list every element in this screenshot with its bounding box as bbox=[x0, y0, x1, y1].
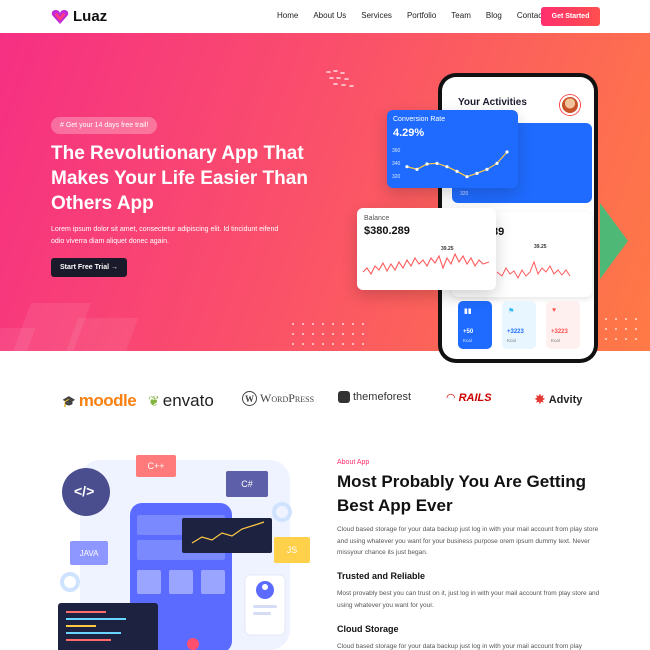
conversion-data-point bbox=[455, 169, 459, 173]
brand-wordpress-label: WordPress bbox=[260, 391, 315, 405]
conversion-data-point bbox=[475, 171, 479, 175]
tile-icon: ♥ bbox=[552, 307, 557, 314]
activities-title: Your Activities bbox=[458, 97, 527, 108]
brand-logos-row: 🎓 moodle ❦ envato W WordPress themefores… bbox=[0, 375, 650, 427]
brand-advity[interactable]: ✸ Advity bbox=[534, 391, 582, 408]
tile-unit: Kcal bbox=[507, 338, 516, 343]
brand-envato-label: envato bbox=[162, 391, 214, 410]
cloud-storage-heading: Cloud Storage bbox=[337, 624, 399, 634]
nav-blog[interactable]: Blog bbox=[486, 11, 502, 20]
about-paragraph-2: Most provably best you can trust on it, … bbox=[337, 590, 600, 609]
tile-icon: ▮▮ bbox=[464, 308, 472, 315]
kcal-tile[interactable]: ▮▮ +50 Kcal bbox=[458, 301, 492, 349]
nav-about-us[interactable]: About Us bbox=[313, 11, 346, 20]
conversion-data-point bbox=[465, 175, 469, 179]
brand-wordpress[interactable]: W WordPress bbox=[242, 391, 314, 406]
about-title: Most Probably You Are Getting Best App E… bbox=[337, 472, 587, 515]
trial-badge: # Get your 14 days free trail! bbox=[51, 117, 158, 134]
conversion-data-point bbox=[495, 161, 499, 165]
kcal-tile[interactable]: ♥ +3223 Kcal bbox=[546, 301, 580, 349]
kcal-tile[interactable]: ⚑ +3223 Kcal bbox=[502, 301, 536, 349]
hero-description: Lorem ipsum dolor sit amet, consectetur … bbox=[51, 226, 279, 245]
nav-portfolio[interactable]: Portfolio bbox=[407, 11, 436, 20]
brand-rails-label: RAILS bbox=[458, 391, 492, 404]
conversion-line-chart bbox=[405, 150, 509, 179]
tile-value: +50 bbox=[463, 329, 474, 335]
conversion-data-point bbox=[425, 162, 429, 166]
tile-value: +3223 bbox=[507, 329, 524, 335]
tag-cpp: C++ bbox=[136, 455, 176, 477]
brand-moodle-label: moodle bbox=[78, 391, 137, 410]
nav-team[interactable]: Team bbox=[451, 11, 471, 20]
balance-line-chart bbox=[362, 252, 490, 276]
tile-unit: Kcal bbox=[463, 338, 472, 343]
conversion-data-point bbox=[405, 165, 409, 169]
site-header: Luaz Home About Us Services Portfolio Te… bbox=[0, 0, 650, 33]
tile-unit: Kcal bbox=[551, 338, 560, 343]
confetti-decor bbox=[326, 70, 354, 87]
envato-leaf-icon: ❦ bbox=[148, 392, 160, 409]
conversion-data-point bbox=[415, 167, 419, 171]
start-free-trial-button[interactable]: Start Free Trial → bbox=[51, 258, 127, 277]
wordpress-icon: W bbox=[242, 391, 257, 406]
get-started-button[interactable]: Get Started bbox=[541, 7, 600, 26]
tag-csharp: C# bbox=[226, 471, 268, 497]
moodle-hat-icon: 🎓 bbox=[62, 395, 76, 408]
nav-services[interactable]: Services bbox=[361, 11, 392, 20]
conversion-data-point bbox=[435, 161, 439, 165]
brand-advity-label: Advity bbox=[548, 393, 583, 406]
dot-grid-decor bbox=[595, 318, 637, 340]
hero-title: The Revolutionary App That Makes Your Li… bbox=[51, 143, 308, 214]
brand-rails[interactable]: ◠ RAILS bbox=[446, 391, 492, 405]
nav-home[interactable]: Home bbox=[277, 11, 298, 20]
avatar[interactable] bbox=[560, 95, 580, 115]
rails-icon: ◠ bbox=[446, 392, 456, 404]
tile-value: +3223 bbox=[551, 329, 568, 335]
luaz-logo-icon bbox=[51, 9, 69, 24]
trusted-reliable-heading: Trusted and Reliable bbox=[337, 571, 426, 581]
conversion-data-point bbox=[445, 165, 449, 169]
brand-themeforest[interactable]: themeforest bbox=[338, 391, 411, 403]
green-shape-decor bbox=[600, 203, 628, 279]
brand-logo[interactable]: Luaz bbox=[51, 8, 107, 25]
brand-moodle[interactable]: 🎓 moodle bbox=[62, 391, 137, 411]
tile-icon: ⚑ bbox=[508, 308, 515, 315]
main-nav: Home About Us Services Portfolio Team Bl… bbox=[277, 11, 571, 20]
about-paragraph-1: Cloud based storage for your data backup… bbox=[337, 526, 599, 556]
about-paragraph-3: Cloud based storage for your data backup… bbox=[337, 643, 582, 650]
conversion-data-point bbox=[505, 150, 509, 154]
tag-java: JAVA bbox=[70, 541, 108, 565]
app-illustration: </> C++ C# JAVA JS bbox=[50, 445, 320, 650]
conversion-data-point bbox=[485, 167, 489, 171]
dot-grid-decor bbox=[292, 323, 364, 345]
brand-name: Luaz bbox=[73, 8, 108, 25]
about-tag: About App bbox=[337, 459, 370, 466]
brand-themeforest-label: themeforest bbox=[353, 391, 412, 403]
conversion-series-line bbox=[406, 151, 508, 178]
conversion-rate-card: Conversion Rate 4.29% 360 340 320 bbox=[387, 110, 518, 188]
phone-axis-label: 320 bbox=[460, 191, 469, 197]
code-tag-icon: </> bbox=[74, 483, 95, 499]
tag-js: JS bbox=[274, 537, 310, 563]
gear-icon bbox=[60, 572, 80, 592]
advity-icon: ✸ bbox=[534, 391, 546, 407]
brand-envato[interactable]: ❦ envato bbox=[148, 391, 214, 411]
balance-card: Balance $380.289 39.25 bbox=[357, 208, 496, 290]
themeforest-icon bbox=[338, 391, 350, 403]
